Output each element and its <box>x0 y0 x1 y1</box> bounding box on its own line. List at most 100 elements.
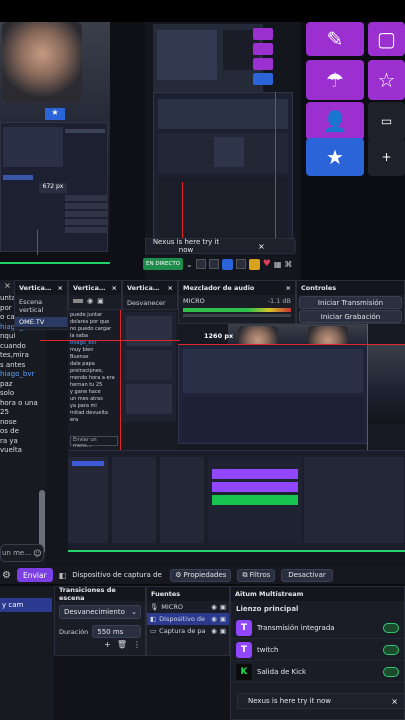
scene-label: Escena vertical <box>19 298 44 314</box>
source-item-capture[interactable]: ◧ Dispositivo de ◉ ▣ <box>147 613 229 625</box>
stream-deck-panel: ✎ ▢ ☂ ☆ 👤 ▭ ★ + <box>302 22 405 280</box>
nested-chat-input[interactable]: Enviar un mens… <box>70 436 118 449</box>
toggle-switch[interactable] <box>383 666 399 677</box>
start-stream-button[interactable]: Iniciar Transmisión <box>299 296 402 309</box>
heart-icon[interactable]: ♥ <box>263 259 271 269</box>
close-icon[interactable]: × <box>4 281 11 290</box>
lock-icon[interactable]: ▣ <box>97 297 104 305</box>
chat-text: tes,mira <box>0 351 29 359</box>
close-icon[interactable]: × <box>112 284 117 292</box>
nested-transitions <box>160 457 204 543</box>
close-icon[interactable]: × <box>391 697 404 706</box>
gear-icon[interactable]: ⚙ <box>2 570 11 581</box>
nested-obs-lower <box>68 450 405 550</box>
chat-input-placeholder: un me… <box>2 549 32 557</box>
nested-chat-line: ya para mi <box>70 403 97 409</box>
toggle-switch[interactable] <box>383 622 399 633</box>
plus-icon[interactable]: + <box>104 640 111 649</box>
pencil-icon[interactable]: ✎ <box>306 22 364 56</box>
more-icon[interactable]: ⋮ <box>133 640 141 649</box>
service-list: T Transmisión integrada Ttwitch K Salida de … <box>231 617 404 683</box>
nested-chat-lines: puede juntar dolares por que no puedo carg… <box>68 310 120 450</box>
vertical-panel-2-title: Vertica… <box>73 284 106 292</box>
lock-icon[interactable]: ▣ <box>220 615 226 623</box>
square-icon[interactable] <box>208 259 219 269</box>
center-nested-bottom <box>158 177 288 243</box>
emoji-icon[interactable]: ☺ <box>33 549 41 558</box>
nested-chat-line: preinscipnes, <box>70 368 104 374</box>
parachute-icon[interactable]: ☂ <box>306 60 364 100</box>
send-button[interactable]: Enviar <box>16 568 53 582</box>
guide-line <box>178 344 405 345</box>
bell-icon[interactable] <box>235 259 246 269</box>
star-outline-icon[interactable]: ☆ <box>368 60 405 100</box>
lock-icon[interactable]: ▣ <box>220 627 226 635</box>
chevron-down-icon[interactable]: ⌄ <box>186 260 193 269</box>
refresh-icon[interactable] <box>221 258 233 270</box>
add-user-icon[interactable]: 👤 <box>306 102 364 140</box>
volume-slider[interactable] <box>183 314 291 317</box>
chat-input[interactable]: un me… ☺ <box>0 544 44 562</box>
vertical-panel-3: Vertica… × Desvanecer <box>122 280 178 310</box>
live-badge[interactable]: EN DIRECTO <box>143 258 184 270</box>
tv-icon[interactable]: ▭ <box>368 102 405 140</box>
center-nested-obs <box>153 92 293 247</box>
link-icon[interactable]: ⌘ <box>284 260 292 269</box>
source-name: Dispositivo de captura de v <box>72 571 165 579</box>
vertical-panel-3-header: Vertica… × <box>123 281 177 295</box>
scene-item[interactable]: OME.TV <box>15 317 67 327</box>
source-item-mic[interactable]: 🎙 MICRO ◉ ▣ <box>147 601 229 613</box>
duration-input[interactable]: 550 ms <box>92 625 141 638</box>
grid-icon[interactable]: ▦ <box>274 260 282 269</box>
trash-icon[interactable]: 🗑 <box>117 640 127 649</box>
nested-obs-preview: 672 px <box>0 122 108 252</box>
camera-icon: ◧ <box>58 570 67 580</box>
chat-panel: untarpor queo cargarhiago_bvrnquicuandot… <box>0 294 46 567</box>
scenes-panel: Vertica… × Escena vertical OME.TV <box>14 280 68 330</box>
nested-chat-line: era <box>70 417 79 423</box>
service-name: Transmisión integrada <box>257 623 335 632</box>
cube-icon[interactable]: ▢ <box>368 22 405 56</box>
source-name: MICRO <box>161 603 183 611</box>
close-icon[interactable]: × <box>58 284 63 292</box>
nested-chat-line: mitad devuelta <box>70 410 108 416</box>
nested-chat-line: hernan tu 25 <box>70 382 103 388</box>
scene-item-active[interactable]: y cam <box>0 598 52 612</box>
box-icon[interactable] <box>195 259 206 269</box>
chat-line: paz <box>0 380 46 390</box>
source-item-screen[interactable]: ▭ Captura de pa ◉ ▣ <box>147 625 229 637</box>
eye-icon[interactable]: ◉ <box>211 615 217 623</box>
center-nested-top <box>158 99 288 129</box>
controls-title: Controles <box>301 284 337 292</box>
chat-line: tes,mira <box>0 351 46 361</box>
properties-button[interactable]: ⚙ Propiedades <box>170 568 232 582</box>
close-icon[interactable]: × <box>168 284 173 292</box>
chat-text: paz <box>0 379 13 388</box>
service-row: K Salida de Kick <box>231 661 404 683</box>
eye-icon[interactable]: ◉ <box>87 297 93 305</box>
guide-line <box>40 340 180 341</box>
close-icon[interactable]: × <box>286 284 291 292</box>
audio-mixer-title: Mezclador de audio <box>183 284 255 292</box>
chevron-down-icon: ⌄ <box>131 608 137 616</box>
close-icon[interactable]: × <box>258 242 265 251</box>
transition-value[interactable]: Desvanecer <box>123 295 177 311</box>
notice-text: Nexus is here try it now <box>152 238 220 254</box>
plus-icon[interactable]: + <box>368 138 405 176</box>
toggle-switch[interactable] <box>383 644 399 655</box>
transition-select[interactable]: Desvanecimiento ⌄ <box>59 605 141 619</box>
center-inner-top <box>153 24 263 92</box>
start-record-button[interactable]: Iniciar Grabación <box>299 310 402 323</box>
gear-icon[interactable] <box>248 258 260 270</box>
filters-button[interactable]: ⧉ Filtros <box>237 568 276 582</box>
lock-icon[interactable]: ▣ <box>220 603 226 611</box>
star-icon[interactable]: ★ <box>306 138 364 176</box>
deactivate-button[interactable]: Desactivar <box>281 568 333 582</box>
transition-actions: + 🗑 ⋮ <box>55 640 145 649</box>
scenes-panel-title: Vertica… <box>19 284 52 292</box>
camera-icon: ◧ <box>150 615 157 623</box>
nested-chat-line: muy bien <box>70 347 94 353</box>
twitch-icon: T <box>236 641 252 658</box>
eye-icon[interactable]: ◉ <box>211 627 217 635</box>
eye-icon[interactable]: ◉ <box>211 603 217 611</box>
